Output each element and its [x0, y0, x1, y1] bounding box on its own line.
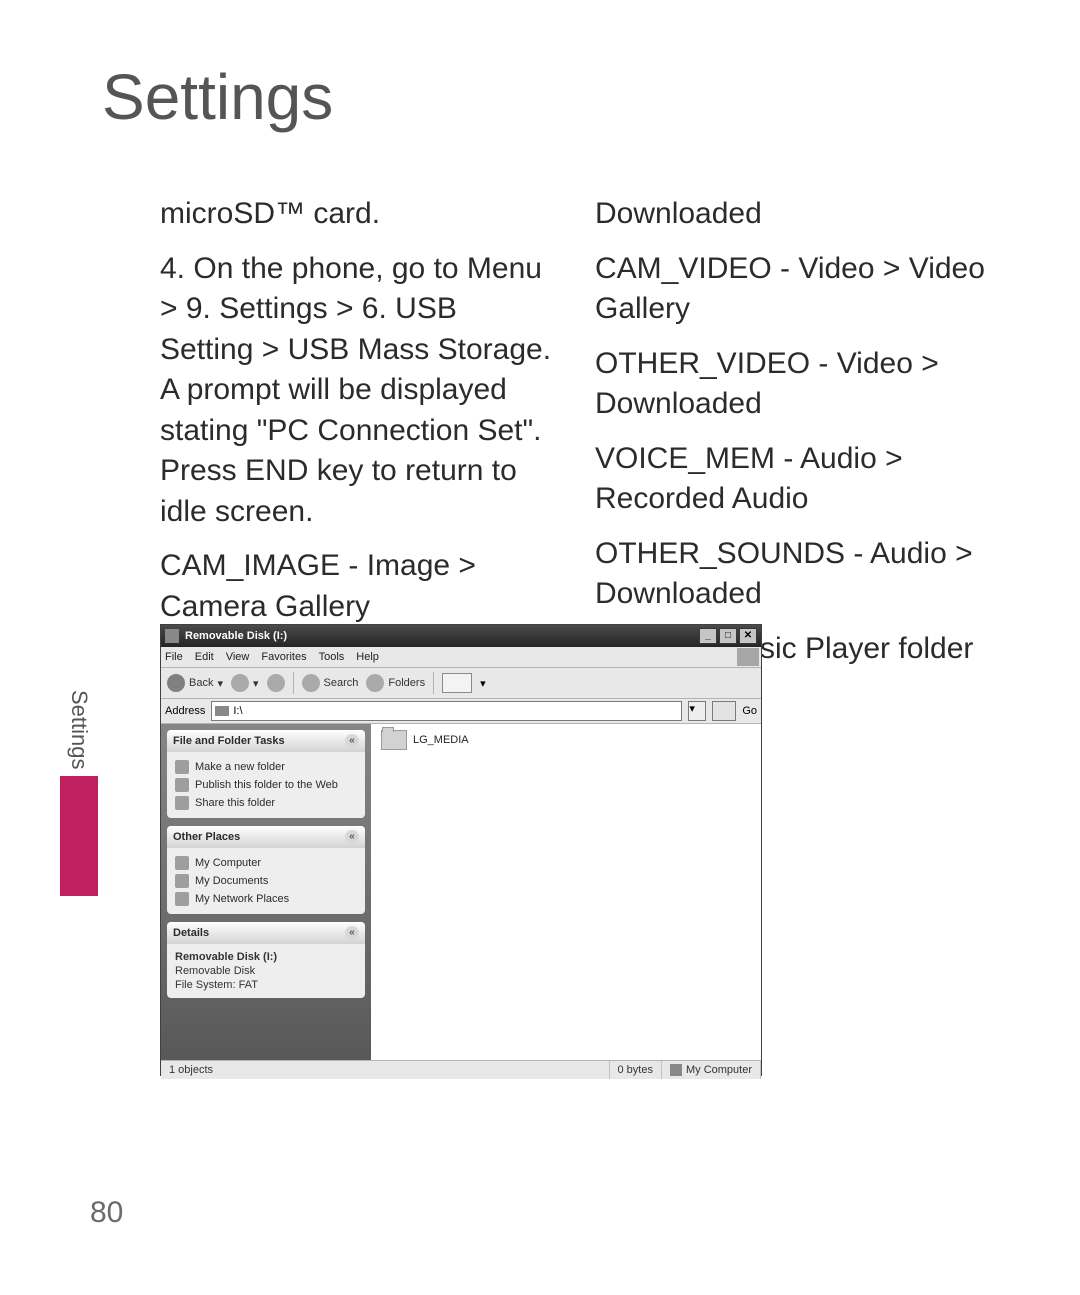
minimize-button[interactable]: _	[699, 628, 717, 644]
network-places-icon	[175, 892, 189, 906]
forward-button[interactable]: ▾	[231, 674, 259, 692]
close-button[interactable]: ✕	[739, 628, 757, 644]
toolbar: Back ▾ ▾ Search Folders ▾	[161, 668, 761, 699]
tasks-pane: File and Folder Tasks « Make a new folde…	[161, 724, 371, 1060]
window-title: Removable Disk (I:)	[185, 630, 699, 642]
right-p1: Downloaded	[595, 194, 990, 235]
task-item[interactable]: Publish this folder to the Web	[175, 776, 357, 794]
folder-label: LG_MEDIA	[413, 734, 469, 746]
my-computer-icon	[175, 856, 189, 870]
new-folder-icon	[175, 760, 189, 774]
address-value: I:\	[233, 705, 242, 717]
manual-page: Settings microSD™ card. 4. On the phone,…	[0, 0, 1080, 1295]
place-item[interactable]: My Network Places	[175, 890, 357, 908]
address-dropdown-button[interactable]: ▾	[688, 701, 706, 721]
menu-help[interactable]: Help	[356, 651, 379, 663]
status-bar: 1 objects 0 bytes My Computer	[161, 1060, 761, 1079]
address-bar: Address I:\ ▾ Go	[161, 699, 761, 724]
right-p5: OTHER_SOUNDS - Audio > Downloaded	[595, 534, 990, 615]
left-p3: A prompt will be displayed stating "PC C…	[160, 373, 542, 528]
panel-heading: File and Folder Tasks	[173, 735, 285, 747]
up-icon	[267, 674, 285, 692]
windows-flag-icon	[737, 648, 759, 666]
menu-tools[interactable]: Tools	[319, 651, 345, 663]
vertical-tab-bar	[60, 776, 98, 896]
place-item[interactable]: My Documents	[175, 872, 357, 890]
toolbar-separator	[433, 672, 434, 694]
back-icon	[167, 674, 185, 692]
folder-item[interactable]: LG_MEDIA	[381, 730, 469, 750]
other-places-panel: Other Places « My Computer My Documents …	[167, 826, 365, 914]
left-column: microSD™ card. 4. On the phone, go to Me…	[160, 194, 555, 696]
details-filesystem: File System: FAT	[175, 978, 357, 992]
address-label: Address	[165, 705, 205, 717]
vertical-tab-label: Settings	[66, 690, 92, 770]
address-field[interactable]: I:\	[211, 701, 682, 721]
file-folder-tasks-panel: File and Folder Tasks « Make a new folde…	[167, 730, 365, 818]
share-icon	[175, 796, 189, 810]
page-number: 80	[90, 1196, 123, 1230]
task-item[interactable]: Share this folder	[175, 794, 357, 812]
collapse-icon[interactable]: «	[345, 734, 359, 748]
folders-button[interactable]: Folders	[366, 674, 425, 692]
page-heading: Settings	[102, 60, 990, 134]
status-location: My Computer	[662, 1061, 761, 1079]
explorer-window: Removable Disk (I:) _ □ ✕ File Edit View…	[160, 624, 762, 1076]
search-button[interactable]: Search	[302, 674, 359, 692]
panel-heading: Details	[173, 927, 209, 939]
go-label: Go	[742, 705, 757, 717]
right-p3: OTHER_VIDEO - Video > Downloaded	[595, 344, 990, 425]
publish-icon	[175, 778, 189, 792]
forward-icon	[231, 674, 249, 692]
up-button[interactable]	[267, 674, 285, 692]
right-column: Downloaded CAM_VIDEO - Video > Video Gal…	[595, 194, 990, 696]
status-objects: 1 objects	[161, 1061, 610, 1079]
task-item[interactable]: Make a new folder	[175, 758, 357, 776]
menu-file[interactable]: File	[165, 651, 183, 663]
drive-icon	[215, 706, 229, 716]
details-type: Removable Disk	[175, 964, 357, 978]
vertical-tab: Settings	[60, 690, 98, 896]
menu-bar: File Edit View Favorites Tools Help	[161, 647, 761, 668]
collapse-icon[interactable]: «	[345, 926, 359, 940]
left-step: 4. On the phone, go to Menu > 9. Setting…	[160, 249, 555, 533]
status-bytes: 0 bytes	[610, 1061, 662, 1079]
views-button[interactable]	[442, 673, 472, 693]
details-panel: Details « Removable Disk (I:) Removable …	[167, 922, 365, 998]
titlebar[interactable]: Removable Disk (I:) _ □ ✕	[161, 625, 761, 647]
panel-heading: Other Places	[173, 831, 240, 843]
right-p4: VOICE_MEM - Audio > Recorded Audio	[595, 439, 990, 520]
search-icon	[302, 674, 320, 692]
folders-icon	[366, 674, 384, 692]
content-pane[interactable]: LG_MEDIA	[371, 724, 761, 1060]
place-item[interactable]: My Computer	[175, 854, 357, 872]
back-button[interactable]: Back ▾	[167, 674, 223, 692]
menu-edit[interactable]: Edit	[195, 651, 214, 663]
go-button[interactable]	[712, 701, 736, 721]
back-label: Back	[189, 677, 213, 689]
menu-favorites[interactable]: Favorites	[261, 651, 306, 663]
menu-view[interactable]: View	[226, 651, 250, 663]
body-columns: microSD™ card. 4. On the phone, go to Me…	[160, 194, 990, 696]
step-number: 4.	[160, 252, 185, 285]
search-label: Search	[324, 677, 359, 689]
left-p4: CAM_IMAGE - Image > Camera Gallery	[160, 546, 555, 627]
toolbar-separator	[293, 672, 294, 694]
maximize-button[interactable]: □	[719, 628, 737, 644]
my-computer-icon	[670, 1064, 682, 1076]
details-name: Removable Disk (I:)	[175, 950, 357, 964]
left-p1: microSD™ card.	[160, 194, 555, 235]
collapse-icon[interactable]: «	[345, 830, 359, 844]
my-documents-icon	[175, 874, 189, 888]
folder-icon	[381, 730, 407, 750]
left-p2: On the phone, go to Menu > 9. Settings >…	[160, 252, 551, 366]
drive-icon	[165, 629, 179, 643]
folders-label: Folders	[388, 677, 425, 689]
right-p2: CAM_VIDEO - Video > Video Gallery	[595, 249, 990, 330]
